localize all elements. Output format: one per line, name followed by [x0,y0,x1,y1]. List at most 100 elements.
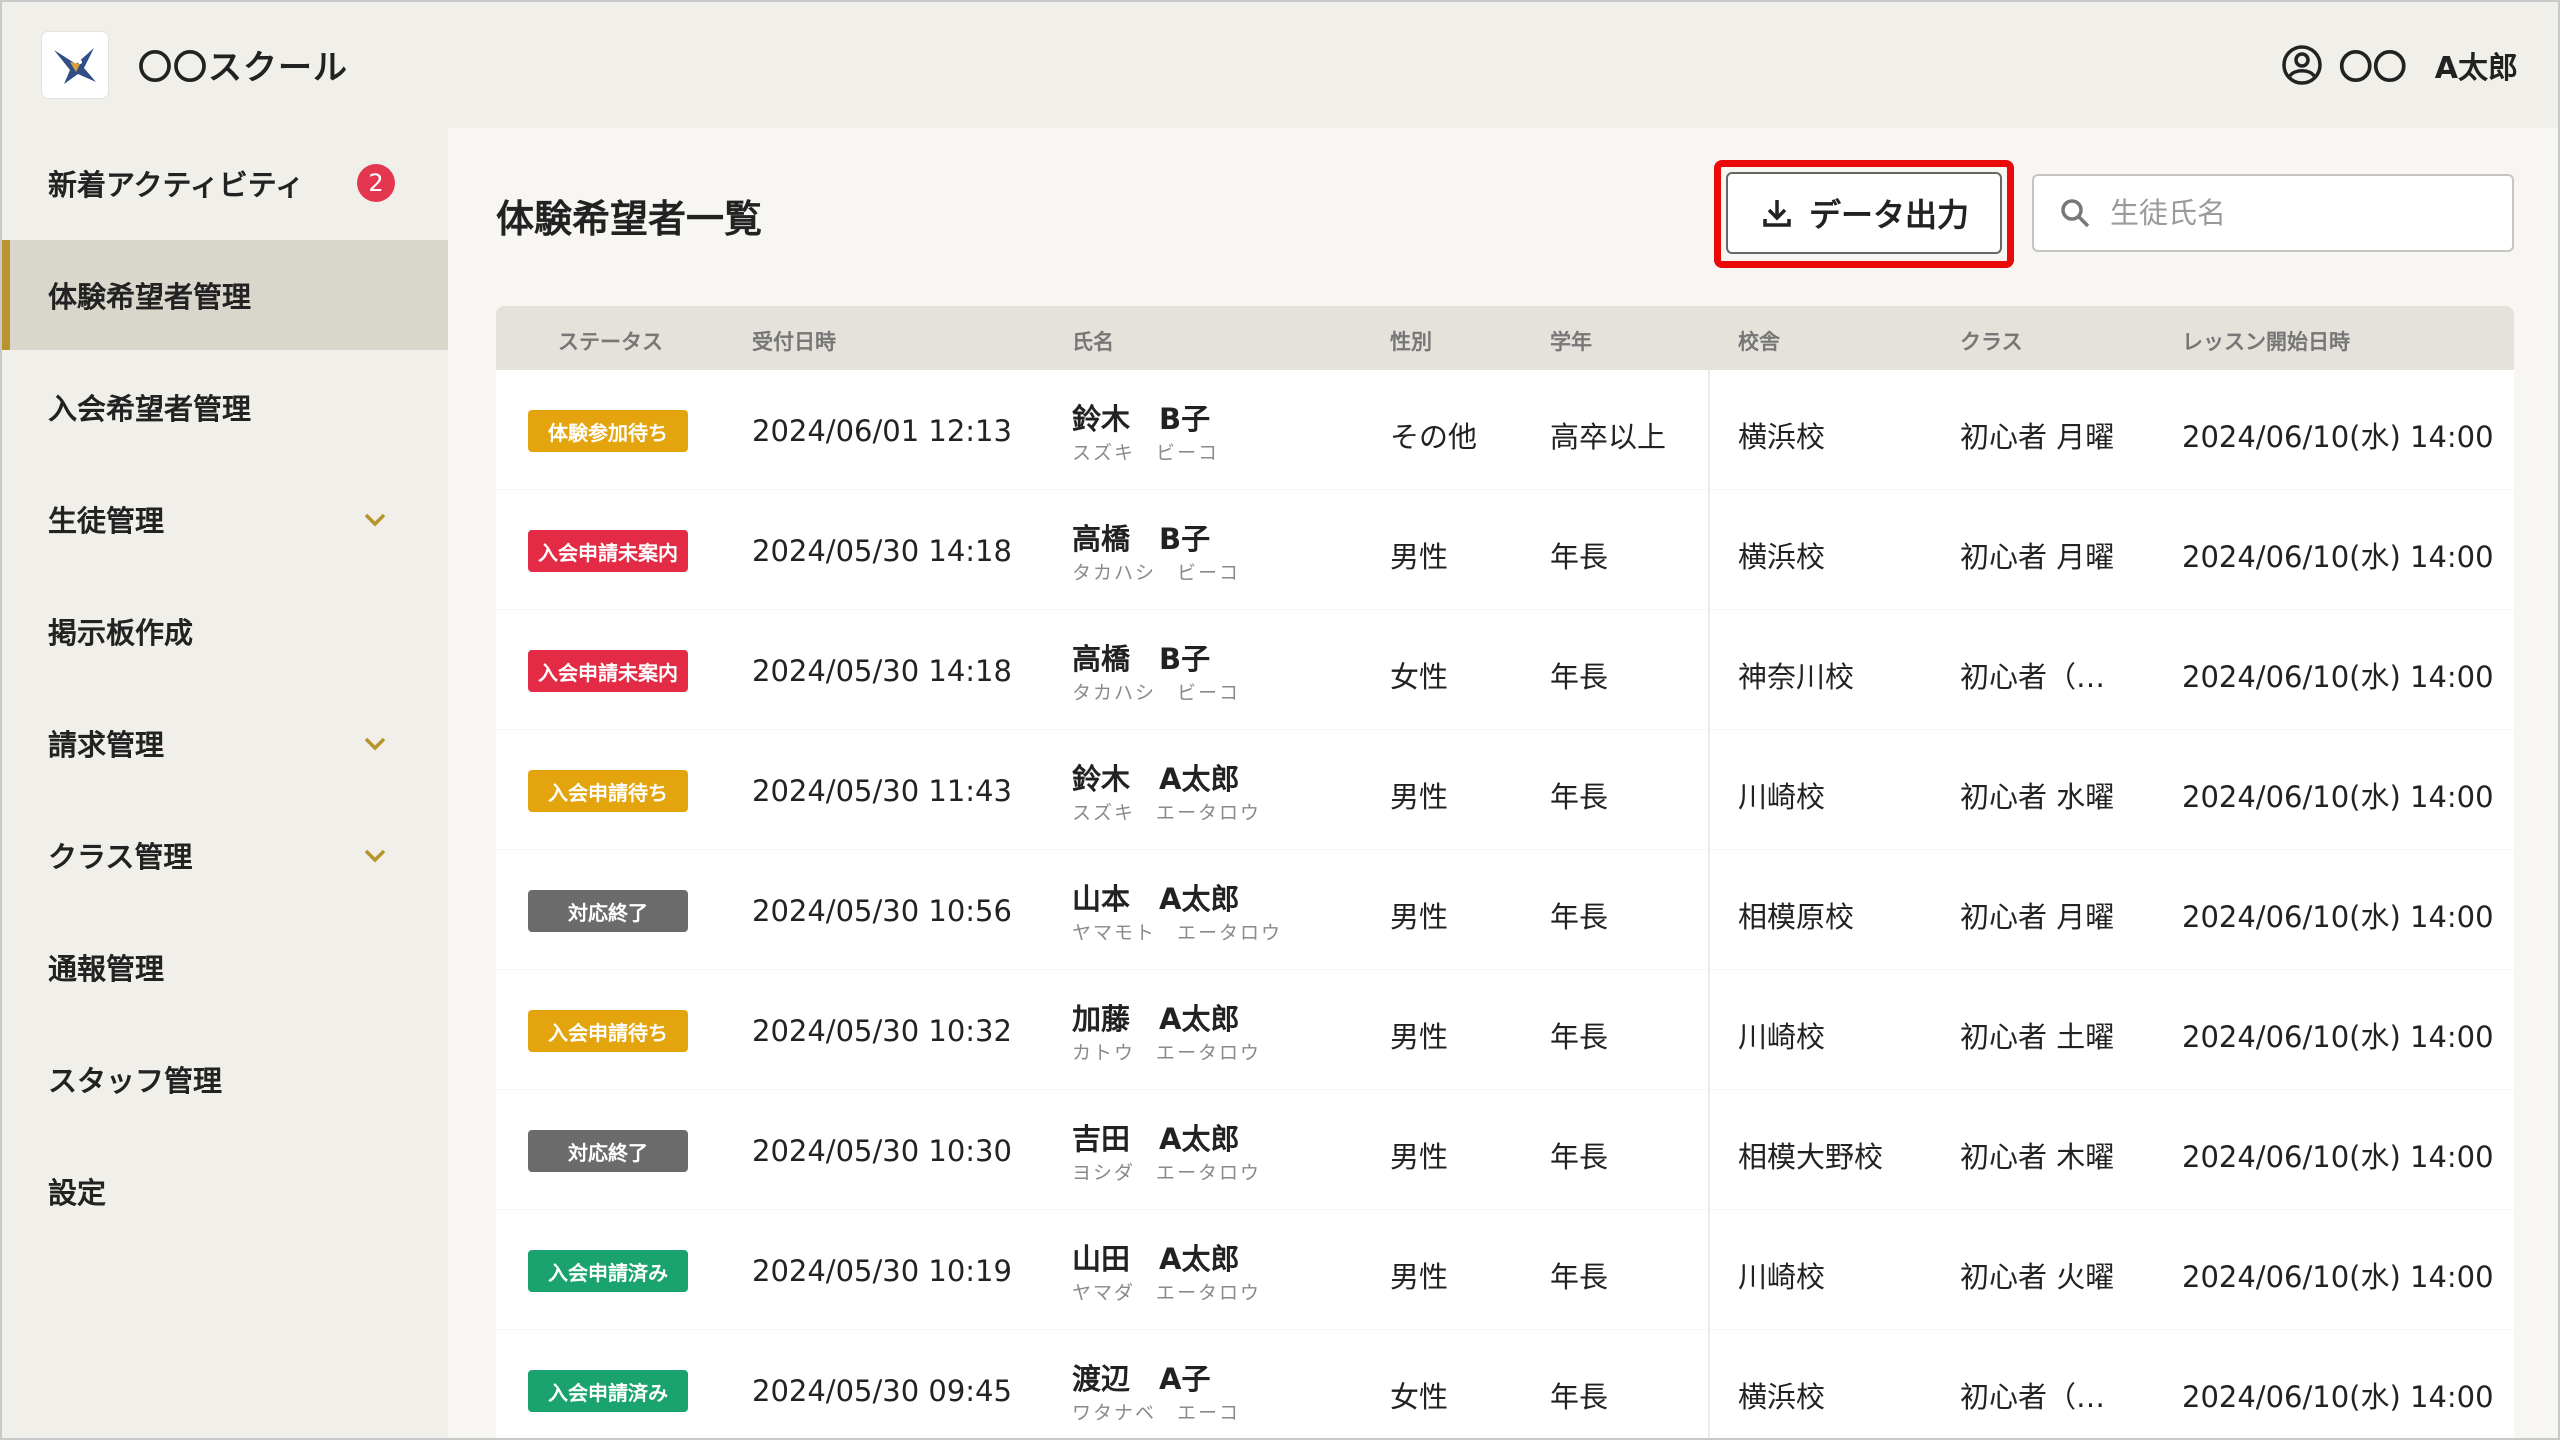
sidebar-item-label: 新着アクティビティ [48,168,305,202]
student-name-kana: カトウ エータロウ [1072,1042,1262,1064]
lesson-start: 2024/06/10(水) 14:00 [2182,540,2494,574]
lesson-start: 2024/06/10(水) 14:00 [2182,660,2494,694]
chevron-down-icon [364,737,386,751]
table-row[interactable]: 対応終了 2024/05/30 10:30 吉田 A太郎 ヨシダ エータロウ 男性 年長 相… [496,1090,2514,1210]
search-input[interactable] [2108,195,2492,231]
student-name-kana: ヤマダ エータロウ [1072,1282,1262,1304]
student-search[interactable] [2032,174,2514,252]
student-name-kana: ヤマモト エータロウ [1072,922,1283,944]
column-header-received[interactable]: 受付日時 [752,326,836,356]
received-datetime: 2024/06/01 12:13 [752,414,1012,448]
school: 横浜校 [1738,540,1826,574]
received-datetime: 2024/05/30 10:56 [752,894,1012,928]
student-name-kana: タカハシ ビーコ [1072,682,1241,704]
main-content: 体験希望者一覧 データ出力 ステータス 受付日時 氏名 性別 学年 校舎 クラス… [448,128,2558,1438]
sidebar-item-label: 掲示板作成 [48,616,194,650]
export-data-button[interactable]: データ出力 [1726,172,2002,254]
column-header-gender[interactable]: 性別 [1390,326,1432,356]
school: 神奈川校 [1738,660,1855,694]
status-badge: 入会申請待ち [528,770,688,812]
grade: 年長 [1550,1380,1609,1414]
received-datetime: 2024/05/30 11:43 [752,774,1012,808]
student-name: 山田 A太郎 [1072,1242,1240,1276]
column-header-lesson-start[interactable]: レッスン開始日時 [2182,326,2350,356]
app-logo[interactable] [42,32,108,98]
column-header-name[interactable]: 氏名 [1072,326,1114,356]
sidebar-item-classes[interactable]: クラス管理 [2,800,448,910]
sidebar-item-label: 通報管理 [48,952,165,986]
student-name: 吉田 A太郎 [1072,1122,1240,1156]
grade: 高卒以上 [1550,420,1667,454]
table-row[interactable]: 入会申請待ち 2024/05/30 11:43 鈴木 A太郎 スズキ エータロウ 男性 年… [496,730,2514,850]
table-row[interactable]: 入会申請未案内 2024/05/30 14:18 高橋 B子 タカハシ ビーコ 女性 年長… [496,610,2514,730]
sidebar-item-label: 体験希望者管理 [48,280,252,314]
table-row[interactable]: 入会申請済み 2024/05/30 10:19 山田 A太郎 ヤマダ エータロウ 男性 年… [496,1210,2514,1330]
sidebar-item-staff[interactable]: スタッフ管理 [2,1024,448,1134]
table-row[interactable]: 体験参加待ち 2024/06/01 12:13 鈴木 B子 スズキ ビーコ その他 高卒以… [496,370,2514,490]
app-header: 〇〇スクール 〇〇 A太郎 [2,2,2558,126]
table-row[interactable]: 入会申請済み 2024/05/30 09:45 渡辺 A子 ワタナベ エーコ 女性 年長 横… [496,1330,2514,1438]
sidebar-item-billing[interactable]: 請求管理 [2,688,448,798]
lesson-start: 2024/06/10(水) 14:00 [2182,1140,2494,1174]
gender: 女性 [1390,1380,1449,1414]
sidebar-item-enrollment-applicants[interactable]: 入会希望者管理 [2,352,448,462]
student-name: 鈴木 A太郎 [1072,762,1240,796]
received-datetime: 2024/05/30 10:19 [752,1254,1012,1288]
user-name: A太郎 [2434,50,2518,86]
received-datetime: 2024/05/30 14:18 [752,654,1012,688]
class: 初心者（… [1960,660,2106,694]
school: 川崎校 [1738,1260,1826,1294]
lesson-start: 2024/06/10(水) 14:00 [2182,900,2494,934]
column-header-grade[interactable]: 学年 [1550,326,1592,356]
sidebar-item-students[interactable]: 生徒管理 [2,464,448,574]
class: 初心者 水曜 [1960,780,2115,814]
lesson-start: 2024/06/10(水) 14:00 [2182,780,2494,814]
account-circle-icon [2282,44,2322,85]
grade: 年長 [1550,900,1609,934]
table-row[interactable]: 入会申請待ち 2024/05/30 10:32 加藤 A太郎 カトウ エータロウ 男性 年… [496,970,2514,1090]
download-icon [1763,200,1791,227]
gender: 男性 [1390,1260,1449,1294]
gender: 男性 [1390,900,1449,934]
student-name-kana: タカハシ ビーコ [1072,562,1241,584]
column-header-status[interactable]: ステータス [558,326,663,356]
gender: 男性 [1390,1140,1449,1174]
received-datetime: 2024/05/30 14:18 [752,534,1012,568]
gender: その他 [1390,420,1478,454]
status-badge: 入会申請未案内 [528,530,688,572]
sidebar-item-label: 設定 [48,1176,107,1210]
user-menu[interactable]: 〇〇 A太郎 [2281,40,2518,89]
sidebar-item-reports[interactable]: 通報管理 [2,912,448,1022]
student-name: 山本 A太郎 [1072,882,1240,916]
sidebar-item-bulletin[interactable]: 掲示板作成 [2,576,448,686]
column-divider [1708,490,1710,610]
lesson-start: 2024/06/10(水) 14:00 [2182,420,2494,454]
sidebar-item-new-activity[interactable]: 新着アクティビティ 2 [2,128,448,238]
column-divider [1708,730,1710,850]
column-header-school[interactable]: 校舎 [1738,326,1780,356]
school: 横浜校 [1738,1380,1826,1414]
sidebar-item-trial-applicants[interactable]: 体験希望者管理 [2,240,448,350]
student-name: 高橋 B子 [1072,642,1211,676]
chevron-down-icon [364,513,386,527]
grade: 年長 [1550,660,1609,694]
column-header-class[interactable]: クラス [1960,326,2023,356]
table-body: 体験参加待ち 2024/06/01 12:13 鈴木 B子 スズキ ビーコ その他 高卒以… [496,370,2514,1438]
column-divider [1708,370,1710,490]
table-header: ステータス 受付日時 氏名 性別 学年 校舎 クラス レッスン開始日時 [496,306,2514,370]
class: 初心者 月曜 [1960,540,2115,574]
table-row[interactable]: 入会申請未案内 2024/05/30 14:18 高橋 B子 タカハシ ビーコ 男性 年長… [496,490,2514,610]
status-badge: 入会申請未案内 [528,650,688,692]
sidebar-item-settings[interactable]: 設定 [2,1136,448,1246]
student-name: 渡辺 A子 [1072,1362,1211,1396]
lesson-start: 2024/06/10(水) 14:00 [2182,1380,2494,1414]
export-button-label: データ出力 [1808,196,1969,234]
column-divider [1708,1090,1710,1210]
lesson-start: 2024/06/10(水) 14:00 [2182,1020,2494,1054]
status-badge: 入会申請待ち [528,1010,688,1052]
sidebar: 新着アクティビティ 2 体験希望者管理 入会希望者管理 生徒管理 掲示板作成 請… [2,128,448,1438]
table-row[interactable]: 対応終了 2024/05/30 10:56 山本 A太郎 ヤマモト エータロウ 男性 年長… [496,850,2514,970]
gender: 男性 [1390,780,1449,814]
lesson-start: 2024/06/10(水) 14:00 [2182,1260,2494,1294]
received-datetime: 2024/05/30 09:45 [752,1374,1012,1408]
